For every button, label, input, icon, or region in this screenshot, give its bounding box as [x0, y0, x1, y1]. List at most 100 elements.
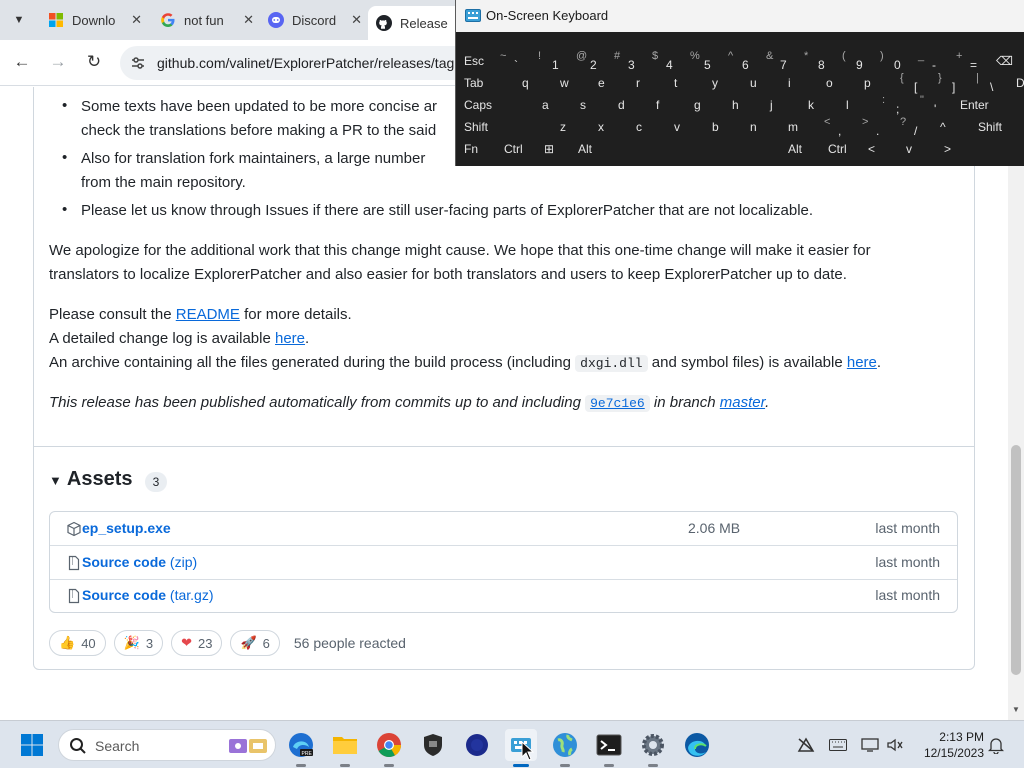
osk-key[interactable]: (9 [842, 50, 880, 73]
scrollbar-thumb[interactable] [1011, 445, 1021, 675]
osk-key[interactable]: {[ [900, 72, 938, 95]
tab-close-icon[interactable]: ✕ [131, 12, 142, 28]
osk-key[interactable]: Ctrl [502, 140, 542, 161]
osk-key[interactable]: v [904, 140, 942, 161]
forward-arrow-icon[interactable]: → [46, 50, 70, 74]
osk-key[interactable]: Fn [462, 140, 502, 161]
osk-key[interactable]: e [596, 74, 634, 95]
osk-key[interactable]: i [786, 74, 824, 95]
osk-key[interactable]: x [596, 118, 634, 139]
file-explorer-icon[interactable] [329, 729, 361, 767]
edge-icon[interactable] [681, 729, 713, 761]
back-arrow-icon[interactable]: ← [10, 50, 34, 74]
osk-key[interactable]: a [540, 96, 578, 117]
edge-beta-icon[interactable]: PRE [285, 729, 317, 767]
page-scrollbar[interactable]: ▲ ▼ [1008, 87, 1024, 720]
osk-key[interactable]: % 5 [690, 50, 728, 73]
branch-master-link[interactable]: master [720, 394, 765, 411]
tab-close-icon[interactable]: ✕ [351, 12, 362, 28]
osk-key[interactable]: @2 [576, 50, 614, 73]
osk-title-bar[interactable]: On-Screen Keyboard [456, 0, 1024, 32]
blue-app-icon[interactable] [461, 729, 493, 761]
taskbar-search-box[interactable]: Search [58, 729, 276, 761]
globe-app-icon[interactable] [549, 729, 581, 767]
osk-key[interactable]: Enter [958, 96, 1024, 117]
osk-key[interactable]: s [578, 96, 616, 117]
osk-key[interactable]: g [692, 96, 730, 117]
osk-key[interactable]: * 8 [804, 50, 842, 73]
osk-key[interactable]: ) 0 [880, 50, 918, 73]
osk-key[interactable]: ? / [900, 116, 938, 139]
osk-key[interactable]: ⊞ [542, 140, 576, 161]
osk-key[interactable]: f [654, 96, 692, 117]
site-info-icon[interactable] [130, 55, 146, 71]
chrome-icon[interactable] [373, 729, 405, 767]
osk-key[interactable]: ^ [938, 118, 976, 139]
osk-key[interactable]: v [672, 118, 710, 139]
reaction-hooray[interactable]: 🎉 3 [113, 630, 164, 656]
osk-key[interactable]: Tab [462, 74, 520, 95]
osk-key[interactable]: & 7 [766, 50, 804, 73]
osk-key[interactable]: Caps [462, 96, 540, 117]
osk-key[interactable]: t [672, 74, 710, 95]
osk-key[interactable]: :; [882, 94, 920, 117]
shield-app-icon[interactable] [417, 729, 449, 761]
osk-key[interactable]: Shift [976, 118, 1024, 139]
osk-key[interactable]: y [710, 74, 748, 95]
osk-key[interactable]: l [844, 96, 882, 117]
osk-key[interactable]: }] [938, 72, 976, 95]
commit-sha-link[interactable]: 9e7c1e6 [585, 395, 650, 412]
osk-key[interactable]: u [748, 74, 786, 95]
asset-download-link[interactable]: Source code (tar.gz) [82, 587, 214, 603]
osk-key[interactable]: ^ 6 [728, 50, 766, 73]
url-text[interactable]: github.com/valinet/ExplorerPatcher/relea… [157, 55, 454, 71]
osk-key[interactable]: d [616, 96, 654, 117]
network-off-icon[interactable] [796, 735, 816, 755]
archive-here-link[interactable]: here [847, 354, 877, 371]
asset-download-link[interactable]: Source code (zip) [82, 554, 197, 570]
osk-key[interactable]: _ - [918, 50, 956, 73]
scroll-down-icon[interactable]: ▼ [1012, 705, 1020, 714]
osk-key[interactable]: < [866, 140, 904, 161]
osk-key[interactable]: h [730, 96, 768, 117]
osk-key[interactable]: w [558, 74, 596, 95]
osk-key[interactable]: r [634, 74, 672, 95]
osk-key[interactable]: k [806, 96, 844, 117]
osk-key[interactable]: p [862, 74, 900, 95]
osk-key[interactable]: | \ [976, 72, 1014, 95]
browser-tab-discord[interactable]: Discord ✕ [260, 6, 370, 34]
readme-link[interactable]: README [176, 306, 240, 323]
osk-key[interactable]: ! 1 [538, 50, 576, 73]
osk-key[interactable]: Ctrl [826, 140, 866, 161]
osk-key[interactable]: q [520, 74, 558, 95]
osk-key[interactable]: $4 [652, 50, 690, 73]
osk-key[interactable]: j [768, 96, 806, 117]
reaction-heart[interactable]: ❤ 23 [171, 630, 223, 656]
browser-tab-downloads[interactable]: Downlo ✕ [40, 6, 150, 34]
asset-download-link[interactable]: ep_setup.exe [82, 520, 171, 536]
osk-key[interactable]: Esc [462, 52, 500, 73]
tab-close-icon[interactable]: ✕ [243, 12, 254, 28]
osk-key[interactable]: Alt [576, 140, 786, 161]
osk-key[interactable]: z [558, 118, 596, 139]
osk-key[interactable]: o [824, 74, 862, 95]
reaction-thumbs-up[interactable]: 👍 40 [49, 630, 106, 656]
osk-key[interactable]: + = [956, 50, 994, 73]
osk-key[interactable]: > [942, 140, 980, 161]
keyboard-tray-icon[interactable] [828, 735, 848, 755]
terminal-icon[interactable] [593, 729, 625, 767]
reload-icon[interactable]: ↻ [82, 50, 106, 74]
settings-icon[interactable] [637, 729, 669, 767]
osk-key[interactable]: Alt [786, 140, 826, 161]
tab-search-button[interactable]: ▼ [6, 8, 32, 32]
osk-key[interactable]: ⌫ [994, 52, 1024, 73]
osk-key[interactable]: >. [862, 116, 900, 139]
notification-bell-icon[interactable] [986, 735, 1006, 755]
osk-key[interactable]: <, [824, 116, 862, 139]
assets-toggle[interactable]: ▼ Assets [49, 468, 132, 491]
osk-key[interactable]: b [710, 118, 748, 139]
start-icon[interactable] [16, 729, 48, 761]
reaction-rocket[interactable]: 🚀 6 [230, 630, 280, 656]
osk-key[interactable]: " ' [920, 94, 958, 117]
osk-key[interactable]: ~ ` [500, 50, 538, 73]
